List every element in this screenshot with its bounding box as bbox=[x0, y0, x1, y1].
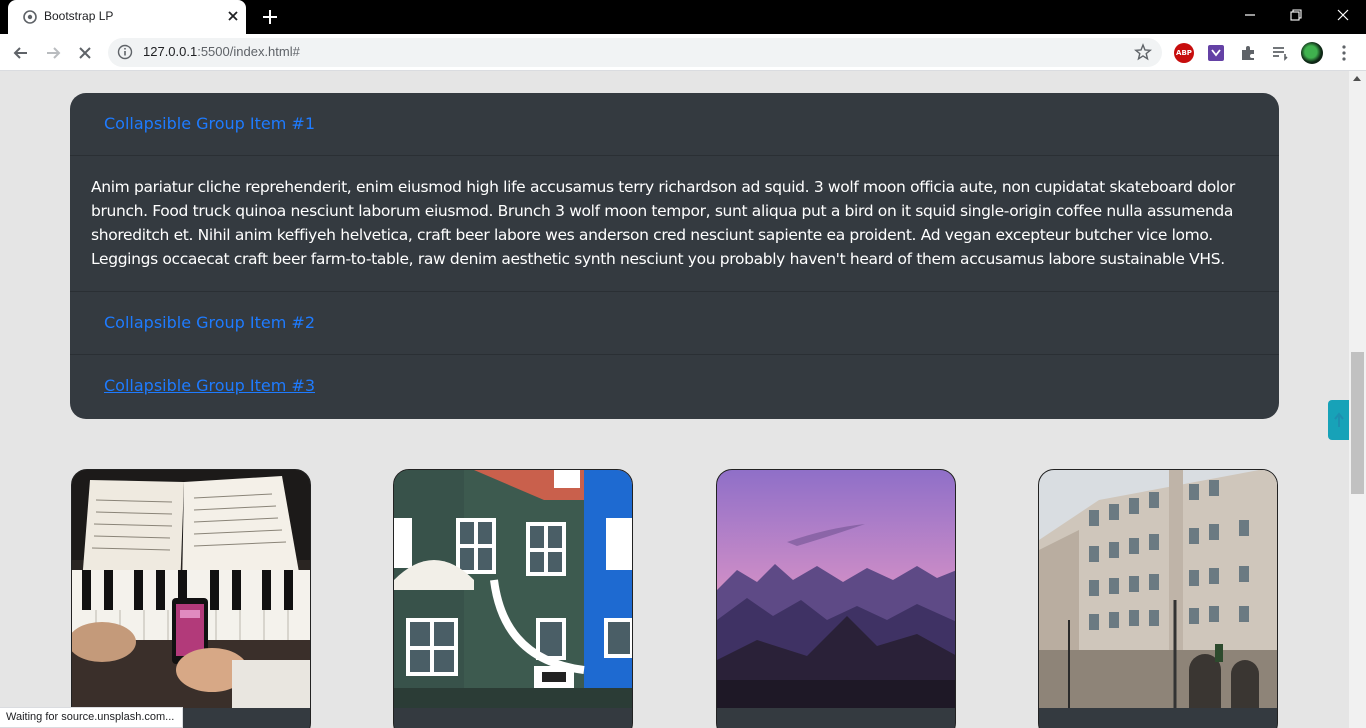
site-info-icon[interactable] bbox=[117, 44, 133, 60]
card-3[interactable] bbox=[716, 469, 956, 728]
accordion-toggle-2[interactable]: Collapsible Group Item #2 bbox=[104, 313, 315, 332]
tab-strip: Bootstrap LP bbox=[0, 0, 1366, 34]
close-window-icon[interactable] bbox=[1320, 0, 1366, 30]
accordion-toggle-3[interactable]: Collapsible Group Item #3 bbox=[104, 376, 315, 395]
piano-notebook-photo bbox=[72, 470, 310, 708]
reading-list-icon[interactable] bbox=[1269, 42, 1291, 64]
page-viewport: Collapsible Group Item #1 Anim pariatur … bbox=[0, 71, 1349, 728]
close-tab-icon[interactable] bbox=[224, 7, 242, 25]
old-building-photo bbox=[1039, 470, 1277, 708]
accordion-header-2: Collapsible Group Item #2 bbox=[70, 292, 1279, 355]
restore-window-icon[interactable] bbox=[1273, 0, 1319, 30]
address-bar[interactable]: 127.0.0.1:5500/index.html# bbox=[108, 38, 1162, 67]
accordion-body-text: Anim pariatur cliche reprehenderit, enim… bbox=[91, 178, 1235, 268]
profile-avatar[interactable] bbox=[1301, 42, 1323, 64]
kebab-menu-icon[interactable] bbox=[1333, 42, 1355, 64]
card-4[interactable] bbox=[1038, 469, 1278, 728]
back-icon[interactable] bbox=[8, 40, 34, 66]
accordion-header-1: Collapsible Group Item #1 bbox=[70, 93, 1279, 156]
accordion-body-1: Anim pariatur cliche reprehenderit, enim… bbox=[70, 156, 1279, 292]
puzzle-extensions-icon[interactable] bbox=[1237, 42, 1259, 64]
tab-title: Bootstrap LP bbox=[44, 9, 114, 23]
card-2[interactable] bbox=[393, 469, 633, 728]
arrow-up-icon bbox=[1333, 412, 1344, 427]
page-scrollbar[interactable] bbox=[1349, 71, 1366, 728]
accordion-header-3: Collapsible Group Item #3 bbox=[70, 355, 1279, 418]
bookmark-star-icon[interactable] bbox=[1134, 43, 1152, 61]
avatar bbox=[1301, 42, 1323, 64]
scroll-up-arrow-icon[interactable] bbox=[1353, 76, 1361, 81]
browser-tab[interactable]: Bootstrap LP bbox=[8, 0, 246, 34]
loading-globe-icon bbox=[23, 10, 37, 24]
scrollbar-thumb[interactable] bbox=[1351, 352, 1364, 494]
colorful-houses-photo bbox=[394, 470, 632, 708]
card-1[interactable] bbox=[71, 469, 311, 728]
adblock-plus-icon[interactable]: ABP bbox=[1173, 42, 1195, 64]
purple-extension-icon[interactable] bbox=[1205, 42, 1227, 64]
stop-loading-icon[interactable] bbox=[72, 40, 98, 66]
minimize-window-icon[interactable] bbox=[1227, 0, 1273, 30]
url-text: 127.0.0.1:5500/index.html# bbox=[143, 44, 300, 59]
accordion: Collapsible Group Item #1 Anim pariatur … bbox=[70, 93, 1279, 419]
forward-icon[interactable] bbox=[40, 40, 66, 66]
purple-sunset-mountains-photo bbox=[717, 470, 955, 708]
new-tab-icon[interactable] bbox=[259, 6, 281, 28]
scroll-to-top-button[interactable] bbox=[1328, 400, 1349, 440]
status-bubble: Waiting for source.unsplash.com... bbox=[0, 707, 184, 728]
accordion-toggle-1[interactable]: Collapsible Group Item #1 bbox=[104, 114, 315, 133]
browser-toolbar: 127.0.0.1:5500/index.html# ABP bbox=[0, 34, 1366, 71]
